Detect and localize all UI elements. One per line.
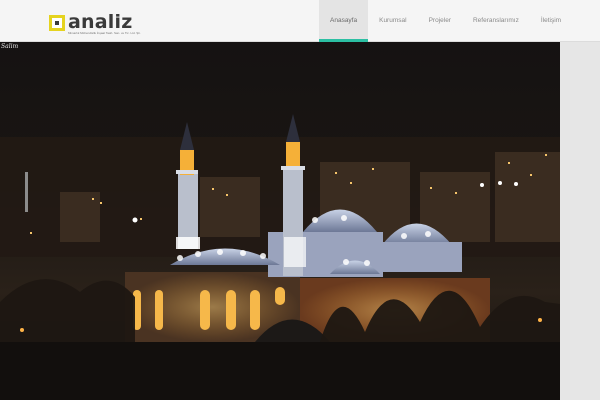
logo-tagline: Mimarlık Mühendislik İnşaat Taah. San. v… [68,31,141,35]
mosque-night-illustration [0,114,560,400]
main-nav: Anasayfa Kurumsal Projeler Referanslarım… [319,0,572,42]
site-header: analiz Mimarlık Mühendislik İnşaat Taah.… [0,0,600,42]
photo-credit-signature: Salim [1,43,19,50]
logo-mark-icon [49,15,65,31]
nav-item-referanslar[interactable]: Referanslarımız [462,0,530,42]
hero-slider-image: Salim [0,42,560,400]
nav-item-kurumsal[interactable]: Kurumsal [368,0,417,42]
nav-item-iletisim[interactable]: İletişim [530,0,572,42]
nav-item-projeler[interactable]: Projeler [418,0,462,42]
nav-item-anasayfa[interactable]: Anasayfa [319,0,369,42]
right-gutter [560,42,600,400]
site-logo[interactable]: analiz Mimarlık Mühendislik İnşaat Taah.… [49,11,141,37]
logo-wordmark: analiz [68,11,133,33]
